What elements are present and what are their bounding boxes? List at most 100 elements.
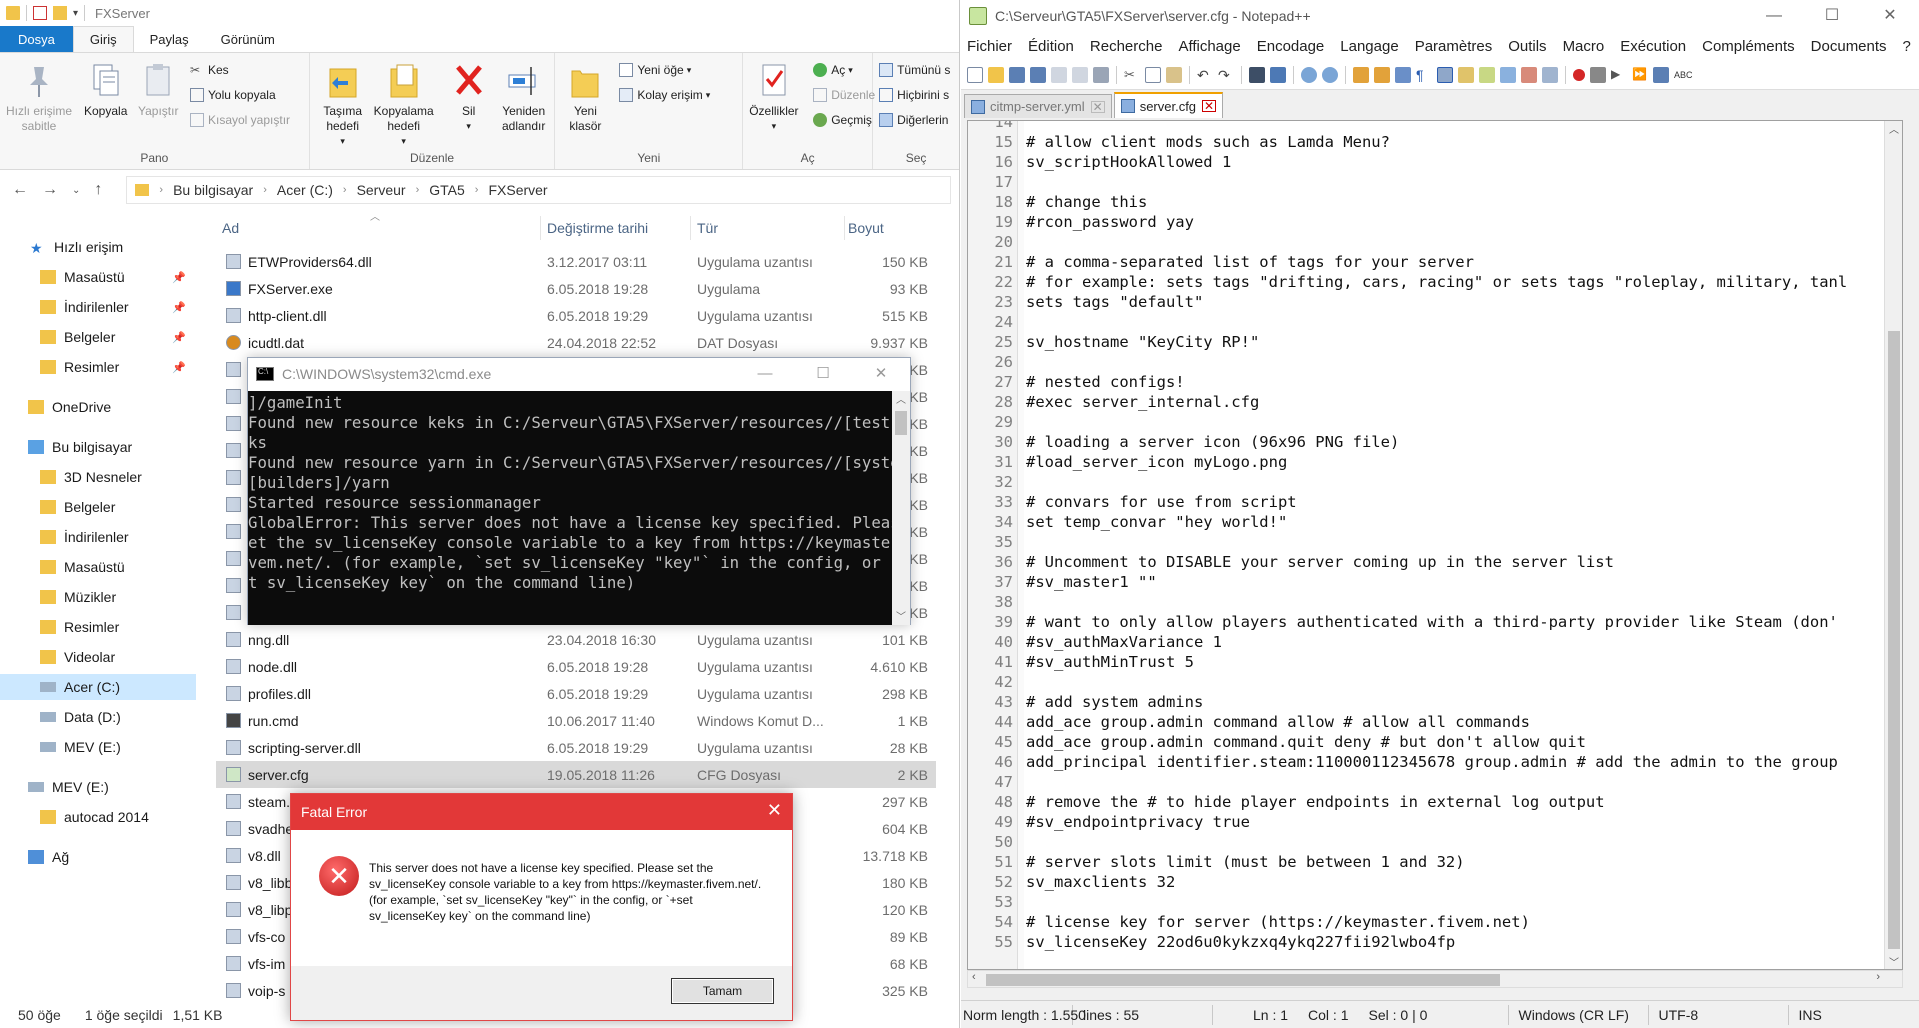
redo-icon[interactable]: ↷ bbox=[1218, 67, 1234, 83]
properties-button[interactable]: Özellikler ▾ bbox=[749, 61, 799, 134]
copy-icon[interactable] bbox=[1145, 66, 1161, 83]
sync-vertical-icon[interactable] bbox=[1353, 66, 1369, 83]
scroll-thumb[interactable] bbox=[1888, 331, 1900, 949]
scroll-up-icon[interactable]: ︿ bbox=[1889, 121, 1899, 136]
tab-server-cfg[interactable]: server.cfg ✕ bbox=[1113, 92, 1224, 118]
up-arrow-icon[interactable]: ↑ bbox=[94, 181, 102, 199]
move-to-button[interactable]: Taşıma hedefi ▾ bbox=[318, 61, 368, 149]
paste-icon[interactable] bbox=[1166, 66, 1182, 83]
column-header-type[interactable]: Tür bbox=[697, 220, 718, 236]
nav-pc-downloads[interactable]: İndirilenler bbox=[0, 524, 196, 550]
crumb-drive-c[interactable]: Acer (C:) bbox=[277, 182, 333, 198]
file-row[interactable]: FXServer.exe 6.05.2018 19:28 Uygulama 93 KB bbox=[216, 275, 936, 302]
copy-to-button[interactable]: Kopyalama hedefi ▾ bbox=[372, 61, 436, 149]
new-file-icon[interactable] bbox=[967, 66, 983, 83]
menu-item[interactable]: Outils bbox=[1508, 38, 1546, 55]
nav-qa-downloads[interactable]: İndirilenler 📌 bbox=[0, 294, 196, 320]
cmd-console[interactable]: ]/gameInit Found new resource keks in C:/… bbox=[248, 391, 910, 625]
menu-item[interactable]: Paramètres bbox=[1415, 38, 1493, 55]
tab-view[interactable]: Görünüm bbox=[205, 26, 291, 52]
crumb-serveur[interactable]: Serveur bbox=[357, 182, 406, 198]
zoom-out-icon[interactable] bbox=[1322, 66, 1338, 83]
close-icon[interactable]: ✕ bbox=[767, 800, 782, 821]
play-macro-icon[interactable]: ▶ bbox=[1611, 67, 1627, 83]
show-all-chars-icon[interactable]: ¶ bbox=[1416, 67, 1432, 83]
menu-item[interactable]: Documents bbox=[1811, 38, 1887, 55]
minimize-icon[interactable]: — bbox=[736, 358, 794, 389]
scroll-up-icon[interactable]: ︿ bbox=[896, 391, 906, 406]
paste-button[interactable]: Yapıştır bbox=[138, 61, 178, 119]
cmd-scrollbar[interactable]: ︿ ﹀ bbox=[892, 391, 910, 625]
function-list-icon[interactable] bbox=[1500, 66, 1516, 83]
column-header-name[interactable]: Ad bbox=[222, 220, 239, 236]
select-none-button[interactable]: Hiçbirini s bbox=[879, 88, 949, 102]
select-all-button[interactable]: Tümünü s bbox=[879, 63, 950, 77]
tab-file[interactable]: Dosya bbox=[0, 26, 73, 52]
nav-pc-music[interactable]: Müzikler bbox=[0, 584, 196, 610]
file-row[interactable]: server.cfg 19.05.2018 11:26 CFG Dosyası 2 K… bbox=[216, 761, 936, 788]
cut-button[interactable]: ✂ Kes bbox=[190, 63, 229, 77]
open-file-icon[interactable] bbox=[988, 66, 1004, 83]
maximize-icon[interactable]: ☐ bbox=[794, 358, 852, 389]
udl-icon[interactable] bbox=[1458, 66, 1474, 83]
replace-icon[interactable] bbox=[1270, 66, 1286, 83]
crumb-gta5[interactable]: GTA5 bbox=[429, 182, 465, 198]
tab-citmp-server-yml[interactable]: citmp-server.yml ✕ bbox=[964, 94, 1112, 118]
column-header-size[interactable]: Boyut bbox=[848, 220, 884, 236]
save-macro-icon[interactable] bbox=[1653, 66, 1669, 83]
folder-workspace-icon[interactable] bbox=[1521, 66, 1537, 83]
recent-locations-icon[interactable]: ⌄ bbox=[72, 185, 80, 196]
delete-button[interactable]: Sil ▾ bbox=[452, 61, 486, 134]
scroll-left-icon[interactable]: ‹ bbox=[972, 971, 976, 983]
menu-item[interactable]: Édition bbox=[1028, 38, 1074, 55]
nav-pc-desktop[interactable]: Masaüstü bbox=[0, 554, 196, 580]
nav-mev[interactable]: MEV (E:) bbox=[0, 774, 196, 800]
crumb-this-pc[interactable]: Bu bilgisayar bbox=[173, 182, 253, 198]
file-row[interactable]: node.dll 6.05.2018 19:28 Uygulama uzantısı… bbox=[216, 653, 936, 680]
tab-share[interactable]: Paylaş bbox=[134, 26, 205, 52]
horizontal-scrollbar[interactable]: ‹ › bbox=[967, 970, 1903, 988]
word-wrap-icon[interactable] bbox=[1395, 66, 1411, 83]
invert-selection-button[interactable]: Diğerlerin bbox=[879, 113, 948, 127]
sync-horizontal-icon[interactable] bbox=[1374, 66, 1390, 83]
close-icon[interactable]: ✕ bbox=[852, 358, 910, 389]
scroll-thumb[interactable] bbox=[986, 974, 1500, 986]
menu-item[interactable]: ? bbox=[1903, 38, 1911, 55]
menu-item[interactable]: Encodage bbox=[1257, 38, 1325, 55]
menu-item[interactable]: Recherche bbox=[1090, 38, 1163, 55]
menu-item[interactable]: Exécution bbox=[1620, 38, 1686, 55]
file-row[interactable]: run.cmd 10.06.2017 11:40 Windows Komut D..… bbox=[216, 707, 936, 734]
menu-item[interactable]: Macro bbox=[1563, 38, 1605, 55]
menu-item[interactable]: Fichier bbox=[967, 38, 1012, 55]
breadcrumb[interactable]: › Bu bilgisayar › Acer (C:) › Serveur › … bbox=[126, 176, 951, 204]
column-header-date[interactable]: Değiştirme tarihi bbox=[547, 220, 648, 236]
menu-item[interactable]: Langage bbox=[1340, 38, 1398, 55]
print-icon[interactable] bbox=[1093, 66, 1109, 83]
file-row[interactable]: nng.dll 23.04.2018 16:30 Uygulama uzantısı… bbox=[216, 626, 936, 653]
nav-quick-access[interactable]: ★ Hızlı erişim bbox=[0, 234, 196, 260]
nav-qa-documents[interactable]: Belgeler 📌 bbox=[0, 324, 196, 350]
minimize-icon[interactable]: — bbox=[1745, 0, 1803, 32]
scroll-right-icon[interactable]: › bbox=[1876, 971, 1880, 983]
undo-icon[interactable]: ↶ bbox=[1197, 67, 1213, 83]
menu-item[interactable]: Compléments bbox=[1702, 38, 1795, 55]
copy-button[interactable]: Kopyala bbox=[84, 61, 127, 119]
tab-home[interactable]: Giriş bbox=[72, 26, 134, 52]
new-folder-icon[interactable] bbox=[53, 6, 67, 20]
properties-check-icon[interactable] bbox=[33, 6, 47, 20]
file-row[interactable]: ETWProviders64.dll 3.12.2017 03:11 Uygulam… bbox=[216, 248, 936, 275]
nav-pc-3d-objects[interactable]: 3D Nesneler bbox=[0, 464, 196, 490]
save-icon[interactable] bbox=[1009, 66, 1025, 83]
open-button[interactable]: Aç ▾ bbox=[813, 63, 853, 77]
close-tab-icon[interactable]: ✕ bbox=[1090, 100, 1105, 113]
cut-icon[interactable]: ✂ bbox=[1124, 67, 1140, 83]
rename-button[interactable]: Yeniden adlandır bbox=[496, 61, 552, 134]
file-row[interactable]: profiles.dll 6.05.2018 19:29 Uygulama uzan… bbox=[216, 680, 936, 707]
vertical-scrollbar[interactable]: ︿ ﹀ bbox=[1884, 121, 1902, 969]
close-all-icon[interactable] bbox=[1072, 66, 1088, 83]
scroll-down-icon[interactable]: ﹀ bbox=[1889, 954, 1899, 969]
save-all-icon[interactable] bbox=[1030, 66, 1046, 83]
stop-macro-icon[interactable] bbox=[1590, 66, 1606, 83]
ok-button[interactable]: Tamam bbox=[671, 978, 774, 1004]
nav-onedrive[interactable]: OneDrive bbox=[0, 394, 196, 420]
